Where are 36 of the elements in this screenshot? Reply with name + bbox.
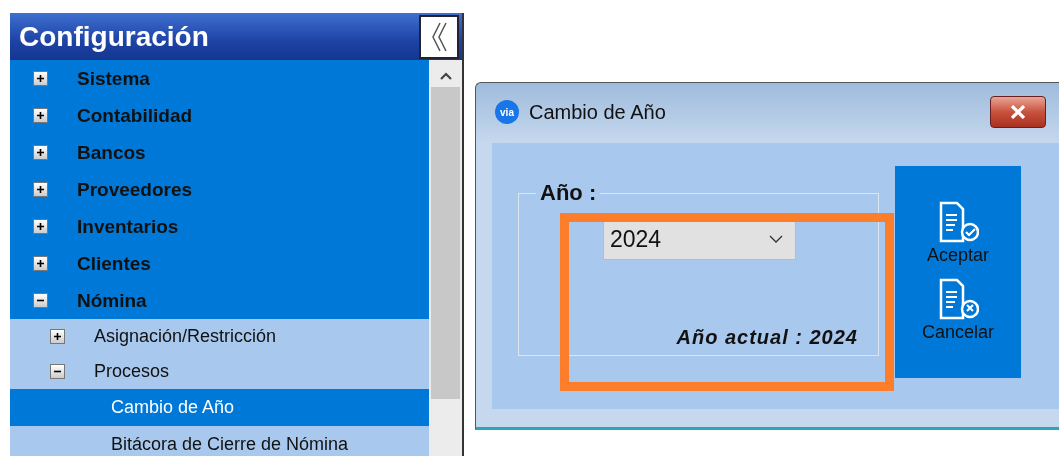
tree-item[interactable]: Clientes xyxy=(10,245,429,282)
expand-icon[interactable] xyxy=(33,219,48,234)
cancel-button[interactable]: Cancelar xyxy=(921,278,994,343)
tree-item[interactable]: Bitácora de Cierre de Nómina xyxy=(10,426,429,456)
close-button[interactable] xyxy=(990,96,1046,128)
tree-item[interactable]: Bancos xyxy=(10,134,429,171)
tree-item[interactable]: Procesos xyxy=(10,354,429,389)
tree-item[interactable]: Inventarios xyxy=(10,208,429,245)
close-icon xyxy=(1010,105,1026,119)
document-cancel-icon xyxy=(937,278,979,322)
tree-item[interactable]: Nómina xyxy=(10,282,429,319)
expand-icon[interactable] xyxy=(33,256,48,271)
panel-title: Configuración xyxy=(18,20,209,53)
expand-icon[interactable] xyxy=(33,108,48,123)
collapse-icon[interactable] xyxy=(50,364,65,379)
current-year-text: Año actual : 2024 xyxy=(676,326,858,349)
accept-button[interactable]: Aceptar xyxy=(926,201,989,266)
collapse-icon[interactable] xyxy=(33,293,48,308)
double-chevron-icon xyxy=(431,21,447,52)
scrollbar[interactable] xyxy=(429,60,462,456)
scrollbar-thumb[interactable] xyxy=(431,87,460,399)
expand-icon[interactable] xyxy=(33,71,48,86)
app-logo: via xyxy=(495,100,519,124)
expand-icon[interactable] xyxy=(33,145,48,160)
chevron-down-icon xyxy=(769,235,783,243)
document-check-icon xyxy=(937,201,979,245)
expand-icon[interactable] xyxy=(33,182,48,197)
tree-item[interactable]: Contabilidad xyxy=(10,97,429,134)
tree-item[interactable]: Proveedores xyxy=(10,171,429,208)
tree-item[interactable]: Cambio de Año xyxy=(10,389,429,426)
tree-item[interactable]: Asignación/Restricción xyxy=(10,319,429,354)
expand-icon[interactable] xyxy=(50,329,65,344)
group-label: Año : xyxy=(539,180,598,206)
collapse-button[interactable] xyxy=(419,14,459,59)
tree-item[interactable]: Sistema xyxy=(10,60,429,97)
window-title: Cambio de Año xyxy=(529,100,667,124)
